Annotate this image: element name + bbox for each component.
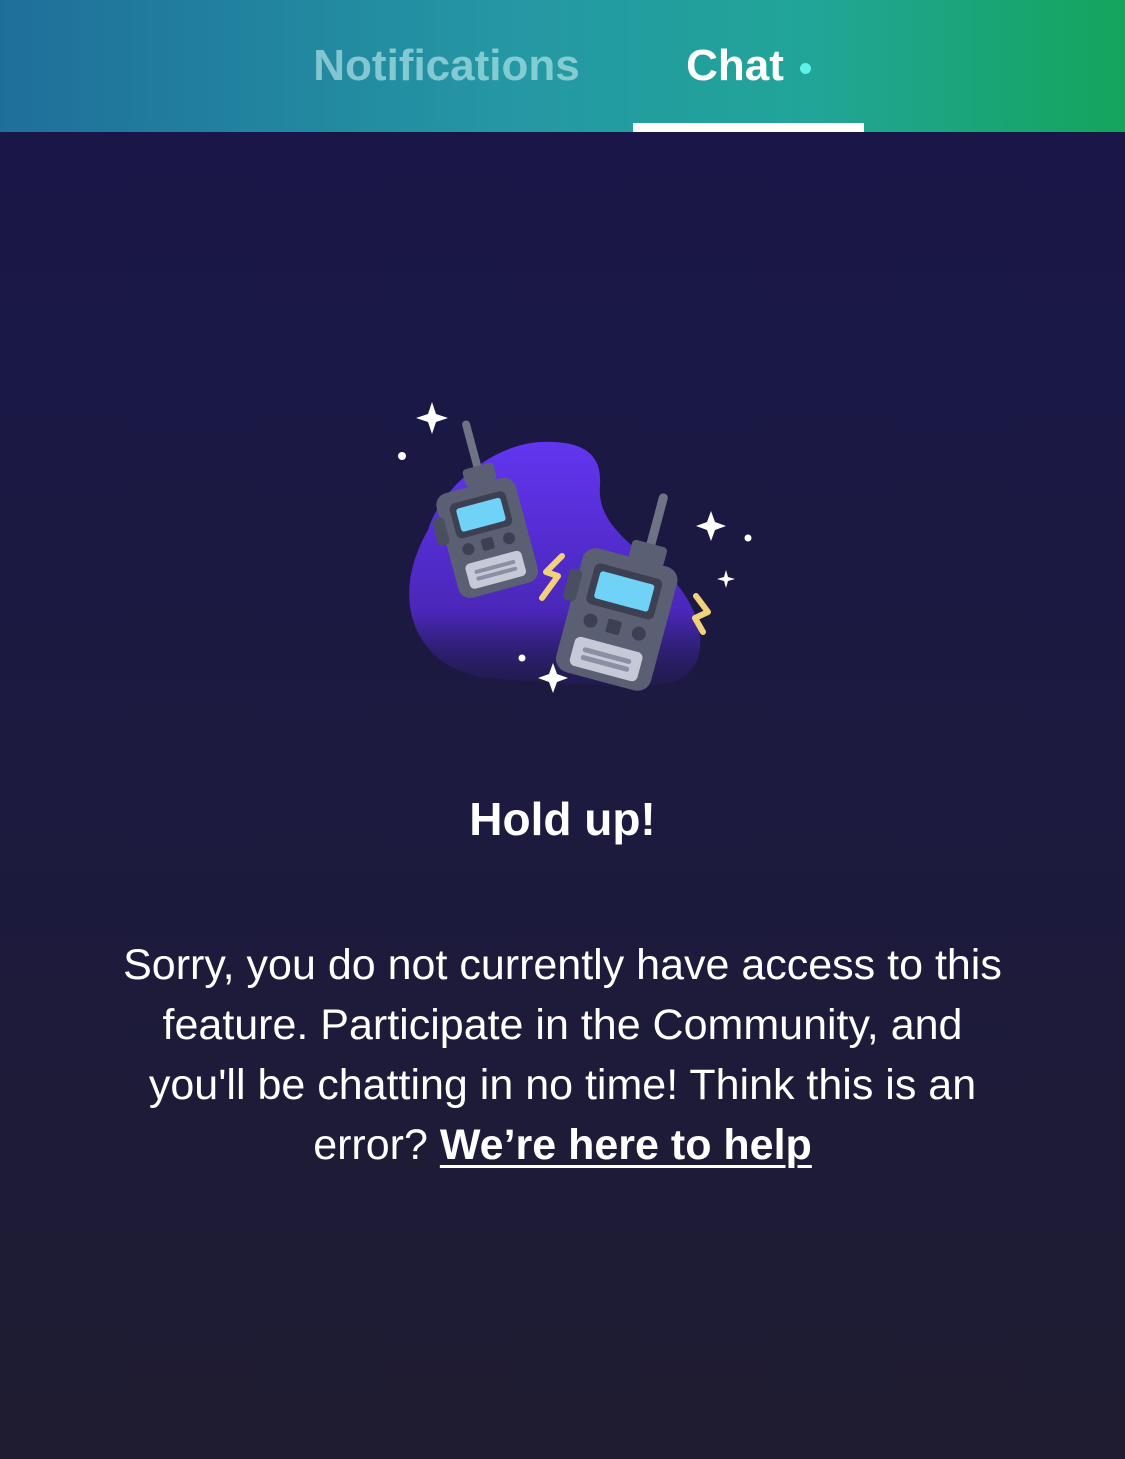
unread-dot-icon [799, 62, 811, 74]
tab-chat[interactable]: Chat [633, 0, 864, 132]
empty-state-title: Hold up! [469, 793, 656, 845]
walkie-talkies-icon [398, 402, 752, 693]
help-link[interactable]: We’re here to help [440, 1121, 812, 1169]
tab-notifications[interactable]: Notifications [290, 0, 603, 132]
active-tab-indicator [633, 123, 864, 132]
empty-state-message: Sorry, you do not currently have access … [112, 935, 1013, 1175]
top-tab-bar: Notifications Chat [0, 0, 1125, 132]
tab-chat-label: Chat [686, 41, 784, 90]
tab-notifications-label: Notifications [313, 41, 580, 90]
